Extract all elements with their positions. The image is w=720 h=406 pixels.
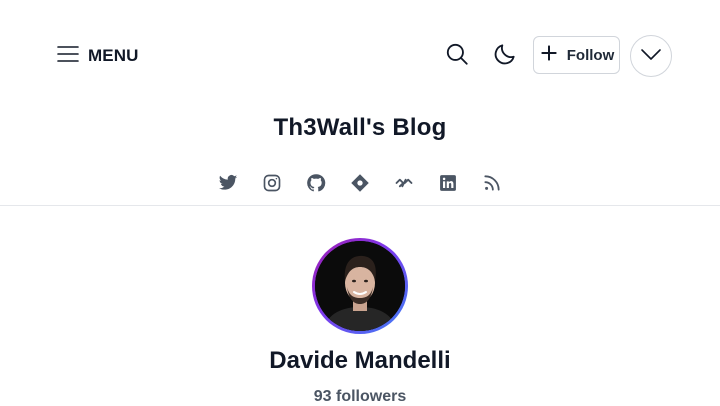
social-links [0,172,720,194]
menu-button[interactable]: MENU [56,44,138,68]
link-icon[interactable] [393,172,415,194]
instagram-icon[interactable] [261,172,283,194]
header-divider [0,205,720,206]
hamburger-icon [56,42,80,71]
linkedin-icon[interactable] [437,172,459,194]
twitter-icon[interactable] [217,172,239,194]
theme-toggle-button[interactable] [490,41,520,71]
more-options-button[interactable] [630,35,672,77]
plus-icon [539,43,567,68]
followers-count[interactable]: 93 followers [0,388,720,406]
blog-title[interactable]: Th3Wall's Blog [0,114,720,142]
top-navbar: MENU Follow [0,0,720,112]
moon-icon [492,41,518,72]
menu-label: MENU [88,46,139,65]
author-photo [315,241,405,331]
search-button[interactable] [442,41,472,71]
rss-icon[interactable] [481,172,503,194]
github-icon[interactable] [305,172,327,194]
follow-label: Follow [566,46,615,64]
author-name[interactable]: Davide Mandelli [0,347,720,375]
search-icon [444,41,470,72]
avatar[interactable] [312,238,408,334]
website-icon[interactable] [349,172,371,194]
chevron-down-icon [639,42,663,71]
follow-button[interactable]: Follow [533,36,620,74]
